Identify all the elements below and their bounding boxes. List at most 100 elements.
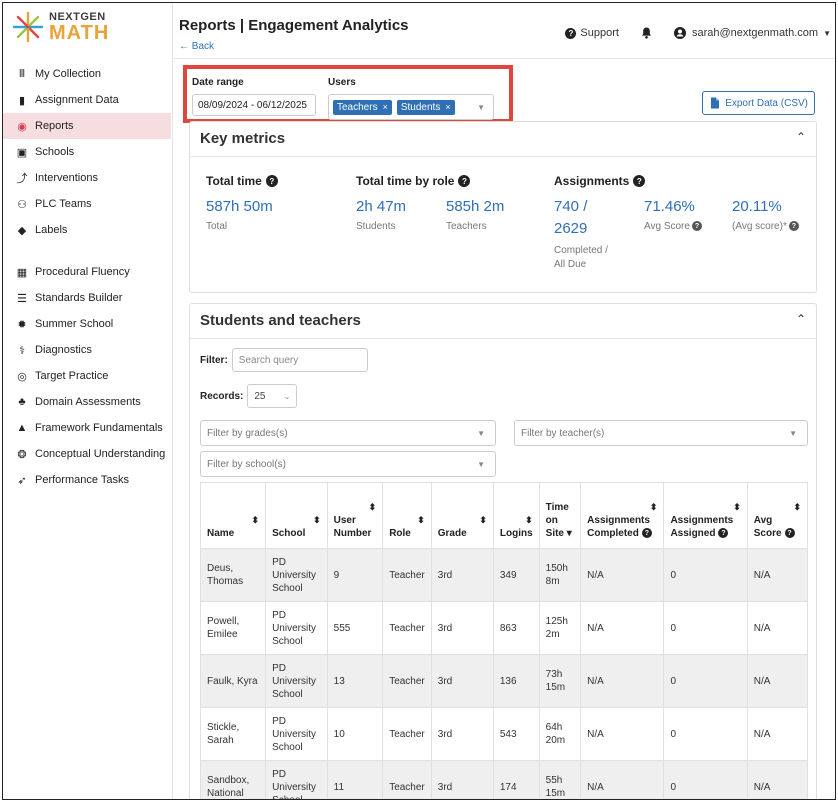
- table-row[interactable]: Faulk, Kyra PD University School 13 Teacher…: [199, 654, 809, 708]
- brand-logo[interactable]: NEXTGEN MATH: [11, 7, 109, 47]
- sidebar-item-my-collection[interactable]: 𝍫 My Collection: [3, 61, 171, 87]
- grades-filter-select[interactable]: Filter by grades(s) ▼: [200, 420, 496, 446]
- table-row[interactable]: Stickle, Sarah PD University School 10 Teac…: [199, 707, 809, 761]
- help-icon[interactable]: ?: [718, 528, 729, 539]
- table-cell: 9: [326, 548, 384, 602]
- sidebar-item-schools[interactable]: ▣ Schools: [3, 139, 171, 165]
- sidebar-item-standards-builder[interactable]: ☰ Standards Builder: [3, 285, 171, 311]
- column-header-label: Name: [207, 528, 235, 539]
- assignments-sub-1: Completed /: [554, 245, 608, 256]
- sidebar-item-assignment-data[interactable]: ▮ Assignment Data: [3, 87, 171, 113]
- sidebar-item-summer-school[interactable]: ✹ Summer School: [3, 311, 171, 337]
- table-cell: N/A: [746, 601, 809, 655]
- column-header-assignments-assigned[interactable]: ⬍ Assignments Assigned?: [663, 482, 748, 549]
- help-icon[interactable]: ?: [691, 221, 702, 232]
- sidebar-item-procedural-fluency[interactable]: ▦ Procedural Fluency: [3, 259, 171, 285]
- support-label: Support: [580, 27, 619, 39]
- sidebar-item-performance-tasks[interactable]: ➶ Performance Tasks: [3, 467, 171, 493]
- help-icon[interactable]: ?: [784, 528, 795, 539]
- table-cell: PD University School: [265, 601, 328, 655]
- column-header-role[interactable]: ⬍ Role: [382, 482, 432, 549]
- sidebar-item-plc-teams[interactable]: ⚇ PLC Teams: [3, 191, 171, 217]
- sidebar-item-domain-assessments[interactable]: ♣ Domain Assessments: [3, 389, 171, 415]
- collapse-key-metrics-icon[interactable]: ⌃: [796, 130, 806, 144]
- support-link[interactable]: ? Support: [565, 27, 619, 39]
- chevron-down-icon: ▼: [477, 102, 485, 112]
- file-export-icon: [711, 97, 720, 109]
- export-csv-button[interactable]: Export Data (CSV): [702, 91, 815, 115]
- column-header-grade[interactable]: ⬍ Grade: [430, 482, 494, 549]
- column-header-time-on-site[interactable]: Time on Site ▾: [538, 482, 582, 549]
- grades-filter-placeholder: Filter by grades(s): [207, 427, 288, 439]
- sort-icon: ⬍: [479, 515, 487, 525]
- sidebar-item-reports[interactable]: ◉ Reports: [3, 113, 171, 139]
- remove-students-icon[interactable]: ×: [445, 102, 450, 112]
- students-time-sub: Students: [356, 221, 396, 232]
- notifications-button[interactable]: [641, 27, 652, 39]
- column-header-assignments-completed[interactable]: ⬍ Assignments Completed?: [580, 482, 665, 549]
- sidebar-item-label: PLC Teams: [35, 198, 92, 210]
- teachers-time-sub: Teachers: [446, 221, 487, 232]
- sort-icon: ⬍: [251, 515, 260, 525]
- table-cell: N/A: [580, 707, 665, 761]
- table-cell: N/A: [580, 760, 665, 799]
- column-header-avg-score[interactable]: ⬍ Avg Score?: [746, 482, 809, 549]
- key-metrics-title: Key metrics: [200, 130, 286, 147]
- column-header-user-number[interactable]: ⬍ User Number: [326, 482, 384, 549]
- table-row[interactable]: Deus, Thomas PD University School 9 Teacher…: [199, 548, 809, 602]
- sidebar-item-target-practice[interactable]: ◎ Target Practice: [3, 363, 171, 389]
- table-cell: Teacher: [382, 548, 432, 602]
- table-cell: 349: [492, 548, 540, 602]
- sort-icon: ⬍: [793, 502, 801, 512]
- school-filter-select[interactable]: Filter by school(s) ▼: [200, 451, 496, 477]
- user-email: sarah@nextgenmath.com: [691, 27, 819, 39]
- user-menu[interactable]: sarah@nextgenmath.com ▼: [673, 27, 831, 39]
- table-cell: Teacher: [382, 707, 432, 761]
- column-header-name[interactable]: ⬍ Name: [199, 482, 267, 549]
- sidebar-item-labels[interactable]: ◆ Labels: [3, 217, 171, 243]
- table-row[interactable]: Powell, Emilee PD University School 555 Tea…: [199, 601, 809, 655]
- table-row[interactable]: Sandbox, National PD University School 11 T…: [199, 760, 809, 799]
- date-range-input[interactable]: 08/09/2024 - 06/12/2025: [192, 94, 316, 116]
- help-icon[interactable]: ?: [265, 175, 278, 187]
- school-filter-placeholder: Filter by school(s): [207, 458, 286, 470]
- sidebar-item-framework-fundamentals[interactable]: ▲ Framework Fundamentals: [3, 415, 171, 441]
- chevron-down-icon: ▼: [477, 459, 485, 469]
- search-input[interactable]: Search query: [231, 348, 368, 372]
- help-icon[interactable]: ?: [458, 175, 471, 187]
- students-teachers-title: Students and teachers: [200, 312, 361, 329]
- sidebar-item-conceptual-understanding[interactable]: ❂ Conceptual Understanding: [3, 441, 171, 467]
- remove-teachers-icon[interactable]: ×: [383, 102, 388, 112]
- time-by-role-label-text: Total time by role: [356, 174, 455, 188]
- collapse-students-teachers-icon[interactable]: ⌃: [796, 312, 806, 326]
- shapes-icon: ♣: [18, 396, 26, 408]
- help-icon[interactable]: ?: [633, 175, 646, 187]
- table-cell: 136: [492, 654, 540, 708]
- sidebar-item-interventions[interactable]: ⤴ Interventions: [3, 165, 171, 191]
- users-select[interactable]: Teachers × Students × ▼: [328, 94, 494, 120]
- table-cell: PD University School: [265, 548, 328, 602]
- teacher-filter-select[interactable]: Filter by teacher(s) ▼: [514, 420, 808, 446]
- column-header-label: School: [272, 528, 306, 539]
- table-cell: 0: [663, 760, 748, 799]
- help-icon[interactable]: ?: [641, 528, 652, 539]
- bar-chart-icon: ▮: [18, 94, 26, 107]
- table-cell: Sandbox, National: [199, 760, 267, 799]
- rocket-icon: ➶: [17, 474, 27, 487]
- students-teachers-card: Students and teachers ⌃ Filter: Search q…: [189, 303, 817, 799]
- sidebar-item-diagnostics[interactable]: ⚕ Diagnostics: [3, 337, 171, 363]
- records-select[interactable]: 25 ⌄: [247, 384, 298, 408]
- table-cell: Deus, Thomas: [199, 548, 267, 602]
- records-row: Records: 25 ⌄: [200, 384, 298, 408]
- column-header-school[interactable]: ⬍ School: [265, 482, 328, 549]
- table-cell: Faulk, Kyra: [199, 654, 267, 708]
- chevron-down-icon: ⌄: [283, 391, 291, 401]
- column-header-logins[interactable]: ⬍ Logins: [492, 482, 540, 549]
- records-value: 25: [254, 390, 266, 402]
- table-cell: 0: [663, 548, 748, 602]
- sort-icon: ⬍: [368, 502, 377, 512]
- help-icon[interactable]: ?: [788, 221, 799, 232]
- magnifier-icon: ◉: [17, 120, 27, 133]
- back-link[interactable]: ← Back: [179, 41, 214, 52]
- column-header-label: Avg Score: [753, 515, 782, 539]
